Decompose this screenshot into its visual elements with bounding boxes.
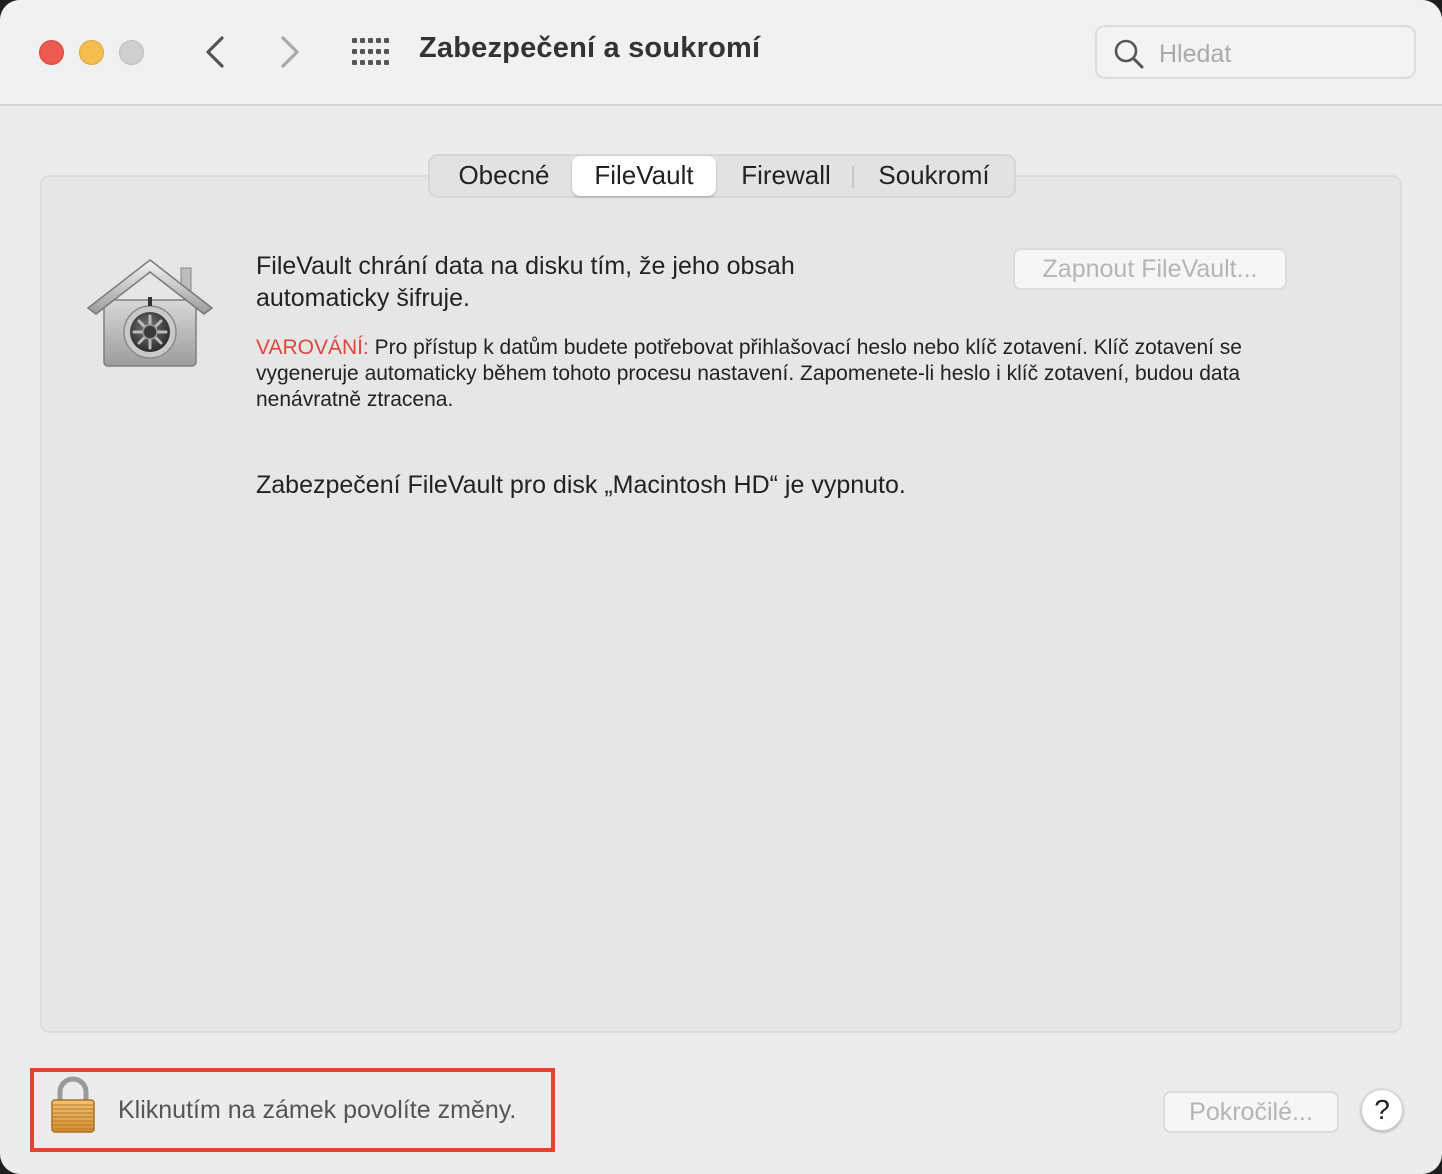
filevault-house-icon <box>86 259 214 367</box>
tab-obecne[interactable]: Obecné <box>436 156 572 196</box>
filevault-description: FileVault chrání data na disku tím, že j… <box>256 252 795 312</box>
forward-button[interactable] <box>270 30 310 74</box>
chevron-right-icon <box>281 36 299 68</box>
window-title: Zabezpečení a soukromí <box>419 32 761 64</box>
grid-icon <box>352 38 389 65</box>
zoom-window-button <box>119 40 144 65</box>
advanced-button[interactable]: Pokročilé... <box>1163 1091 1339 1133</box>
filevault-warning: VAROVÁNÍ: Pro přístup k datům budete pot… <box>256 335 1286 413</box>
show-all-button[interactable] <box>350 36 390 68</box>
lock-icon[interactable] <box>48 1076 98 1134</box>
toolbar: Zabezpečení a soukromí <box>0 0 1442 106</box>
search-field[interactable] <box>1095 25 1416 79</box>
preferences-window: Zabezpečení a soukromí Obecné FileVault … <box>0 0 1442 1174</box>
minimize-window-button[interactable] <box>79 40 104 65</box>
warning-text: Pro přístup k datům budete potřebovat př… <box>256 336 1242 411</box>
tab-filevault[interactable]: FileVault <box>572 156 716 196</box>
warning-label: VAROVÁNÍ: <box>256 336 369 359</box>
tab-separator <box>852 166 854 188</box>
enable-filevault-button[interactable]: Zapnout FileVault... <box>1013 248 1287 290</box>
search-input[interactable] <box>1157 35 1406 73</box>
close-window-button[interactable] <box>39 40 64 65</box>
chevron-left-icon <box>206 36 224 68</box>
filevault-status: Zabezpečení FileVault pro disk „Macintos… <box>256 471 906 499</box>
tab-bar: Obecné FileVault Firewall Soukromí <box>428 154 1016 198</box>
tab-soukromi[interactable]: Soukromí <box>862 156 1006 196</box>
back-button[interactable] <box>195 30 235 74</box>
tab-firewall[interactable]: Firewall <box>720 156 852 196</box>
help-button[interactable]: ? <box>1361 1089 1403 1131</box>
lock-instruction: Kliknutím na zámek povolíte změny. <box>118 1096 517 1124</box>
search-icon <box>1114 39 1144 69</box>
